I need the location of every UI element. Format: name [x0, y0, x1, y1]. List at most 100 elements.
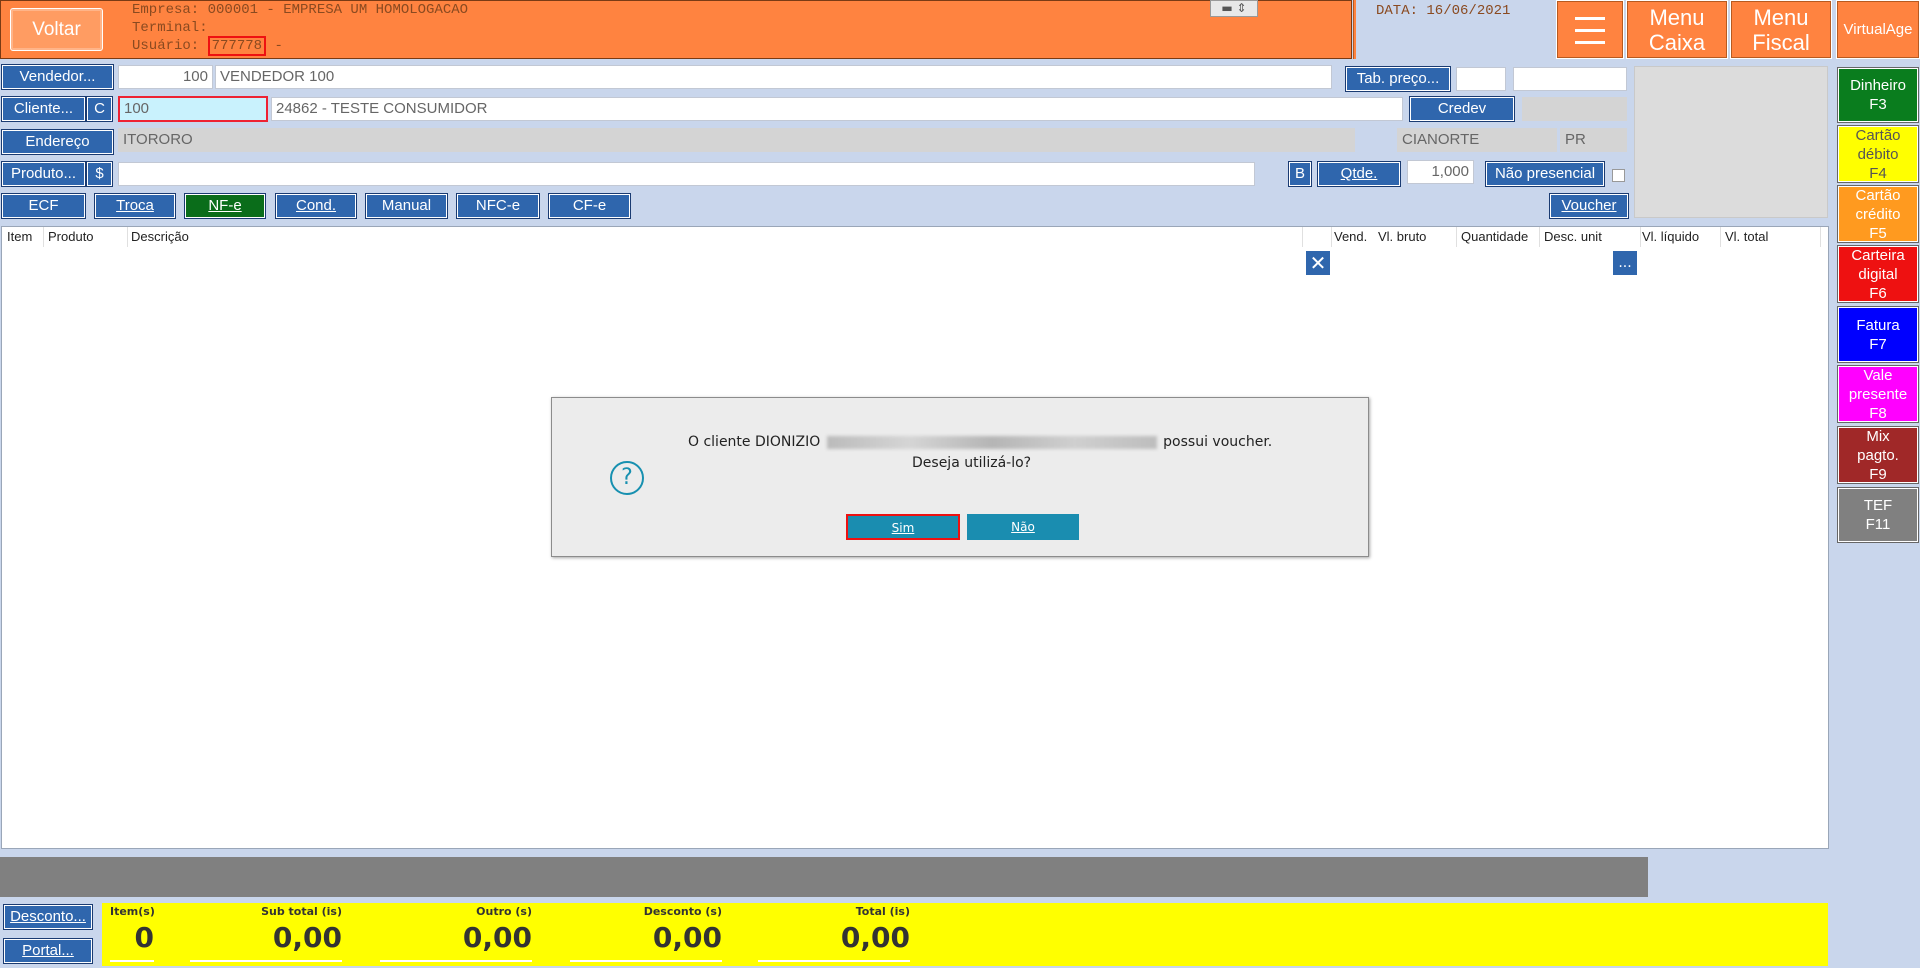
tab-nfce[interactable]: NFC-e: [456, 193, 540, 219]
uf-field: PR: [1560, 128, 1627, 152]
tab-troca[interactable]: Troca: [94, 193, 176, 219]
dialog-message-line1: O cliente DIONIZIO possui voucher.: [688, 434, 1272, 450]
more-options-button[interactable]: ...: [1612, 250, 1638, 276]
tab-ecf[interactable]: ECF: [1, 193, 86, 219]
usuario-code: 777778: [207, 36, 267, 56]
col-header-produto: Produto: [48, 229, 94, 244]
grand-total-label: Total (is): [855, 905, 910, 918]
pay-carteira-digital-button[interactable]: Carteira digital F6: [1837, 245, 1919, 303]
tab-manual[interactable]: Manual: [365, 193, 448, 219]
question-icon: ?: [610, 461, 644, 495]
tab-nfe[interactable]: NF-e: [184, 193, 266, 219]
produto-price-button[interactable]: $: [86, 161, 113, 187]
col-header-descricao: Descrição: [131, 229, 189, 244]
dialog-message-suffix: possui voucher.: [1163, 434, 1273, 450]
desconto-total-value: 0,00: [652, 921, 722, 954]
endereco-field: ITORORO: [118, 128, 1355, 152]
totals-panel: [102, 903, 1828, 966]
vendedor-code-field[interactable]: 100: [118, 65, 213, 89]
printer-control-icon[interactable]: ▬ ⇕: [1210, 0, 1258, 17]
menu-fiscal-button[interactable]: Menu Fiscal: [1730, 0, 1832, 59]
portal-button[interactable]: Portal...: [3, 938, 93, 964]
usuario-suffix: -: [266, 38, 283, 54]
terminal-label: Terminal:: [132, 20, 208, 36]
usuario-label: Usuário:: [132, 38, 200, 54]
col-separator: [1331, 227, 1332, 247]
virtualage-button[interactable]: VirtualAge: [1836, 0, 1920, 59]
total-underline: [110, 960, 154, 962]
col-header-vl-total: Vl. total: [1725, 229, 1769, 244]
back-button[interactable]: Voltar: [10, 8, 103, 51]
voucher-dialog: [551, 397, 1369, 557]
cliente-code-field[interactable]: 100: [118, 96, 268, 122]
nao-presencial-button[interactable]: Não presencial: [1485, 161, 1605, 187]
dialog-message-prefix: O cliente DIONIZIO: [688, 434, 821, 450]
tab-preco-button[interactable]: Tab. preço...: [1345, 66, 1451, 92]
outro-label: Outro (s): [476, 905, 532, 918]
outro-value: 0,00: [462, 921, 532, 954]
tab-preco-desc-field: [1513, 67, 1627, 91]
cliente-name-field: 24862 - TESTE CONSUMIDOR: [271, 97, 1403, 121]
total-underline: [758, 960, 910, 962]
cliente-button[interactable]: Cliente...: [1, 96, 86, 122]
tab-cfe[interactable]: CF-e: [548, 193, 631, 219]
col-separator: [1720, 227, 1721, 247]
dialog-message-line2: Deseja utilizá-lo?: [912, 455, 1032, 471]
col-separator: [1820, 227, 1821, 247]
remove-item-button[interactable]: ✕: [1305, 250, 1331, 276]
credev-button[interactable]: Credev: [1409, 96, 1515, 122]
pay-cartao-credito-button[interactable]: Cartão crédito F5: [1837, 185, 1919, 243]
produto-field[interactable]: [118, 162, 1255, 186]
empresa-label: Empresa: 000001 - EMPRESA UM HOMOLOGACAO: [132, 2, 469, 18]
hamburger-menu-button[interactable]: [1556, 0, 1624, 59]
pay-tef-button[interactable]: TEF F11: [1837, 487, 1919, 543]
total-underline: [190, 960, 342, 962]
qtde-field[interactable]: 1,000: [1407, 160, 1474, 184]
subtotal-value: 0,00: [272, 921, 342, 954]
col-header-vl-bruto: Vl. bruto: [1378, 229, 1427, 244]
pay-cartao-debito-button[interactable]: Cartão débito F4: [1837, 125, 1919, 183]
tab-cond[interactable]: Cond.: [275, 193, 357, 219]
redacted-name: [826, 435, 1157, 449]
endereco-button[interactable]: Endereço: [1, 129, 114, 155]
pay-dinheiro-button[interactable]: Dinheiro F3: [1837, 67, 1919, 123]
col-separator: [1456, 227, 1457, 247]
col-separator: [1539, 227, 1540, 247]
subtotal-label: Sub total (is): [261, 905, 342, 918]
credev-field: [1522, 97, 1627, 121]
col-header-vl-liquido: Vl. líquido: [1642, 229, 1700, 244]
col-header-item: Item: [7, 229, 33, 244]
qtde-button[interactable]: Qtde.: [1317, 161, 1401, 187]
vendedor-button[interactable]: Vendedor...: [1, 64, 114, 90]
total-underline: [380, 960, 532, 962]
desconto-button[interactable]: Desconto...: [3, 904, 93, 930]
nao-presencial-checkbox[interactable]: [1612, 169, 1625, 182]
total-items-value: 0: [134, 921, 154, 954]
b-button[interactable]: B: [1288, 161, 1312, 187]
status-bar: [0, 857, 1648, 897]
cidade-field: CIANORTE: [1397, 128, 1557, 152]
desconto-total-label: Desconto (s): [643, 905, 722, 918]
total-underline: [570, 960, 722, 962]
produto-button[interactable]: Produto...: [1, 161, 86, 187]
cliente-c-button[interactable]: C: [86, 96, 113, 122]
date-label: DATA: 16/06/2021: [1376, 3, 1511, 19]
pay-vale-presente-button[interactable]: Vale presente F8: [1837, 365, 1919, 423]
product-image-panel: [1634, 66, 1828, 218]
close-icon: ✕: [1309, 251, 1327, 275]
menu-caixa-button[interactable]: Menu Caixa: [1626, 0, 1728, 59]
voucher-button[interactable]: Voucher: [1549, 193, 1629, 219]
usuario-line: Usuário: 777778 -: [132, 36, 283, 56]
col-separator: [1640, 227, 1641, 247]
yes-button[interactable]: Sim: [846, 514, 960, 540]
no-button[interactable]: Não: [967, 514, 1079, 540]
col-header-vend: Vend.: [1334, 229, 1368, 244]
pay-fatura-button[interactable]: Fatura F7: [1837, 306, 1919, 363]
col-header-desc-unit: Desc. unit: [1544, 229, 1602, 244]
pay-mix-pagto-button[interactable]: Mix pagto. F9: [1837, 426, 1919, 484]
hamburger-icon: [1575, 16, 1605, 44]
col-separator: [127, 227, 128, 247]
col-header-quantidade: Quantidade: [1461, 229, 1529, 244]
col-separator: [1302, 227, 1303, 247]
tab-preco-code-field[interactable]: [1456, 67, 1506, 91]
